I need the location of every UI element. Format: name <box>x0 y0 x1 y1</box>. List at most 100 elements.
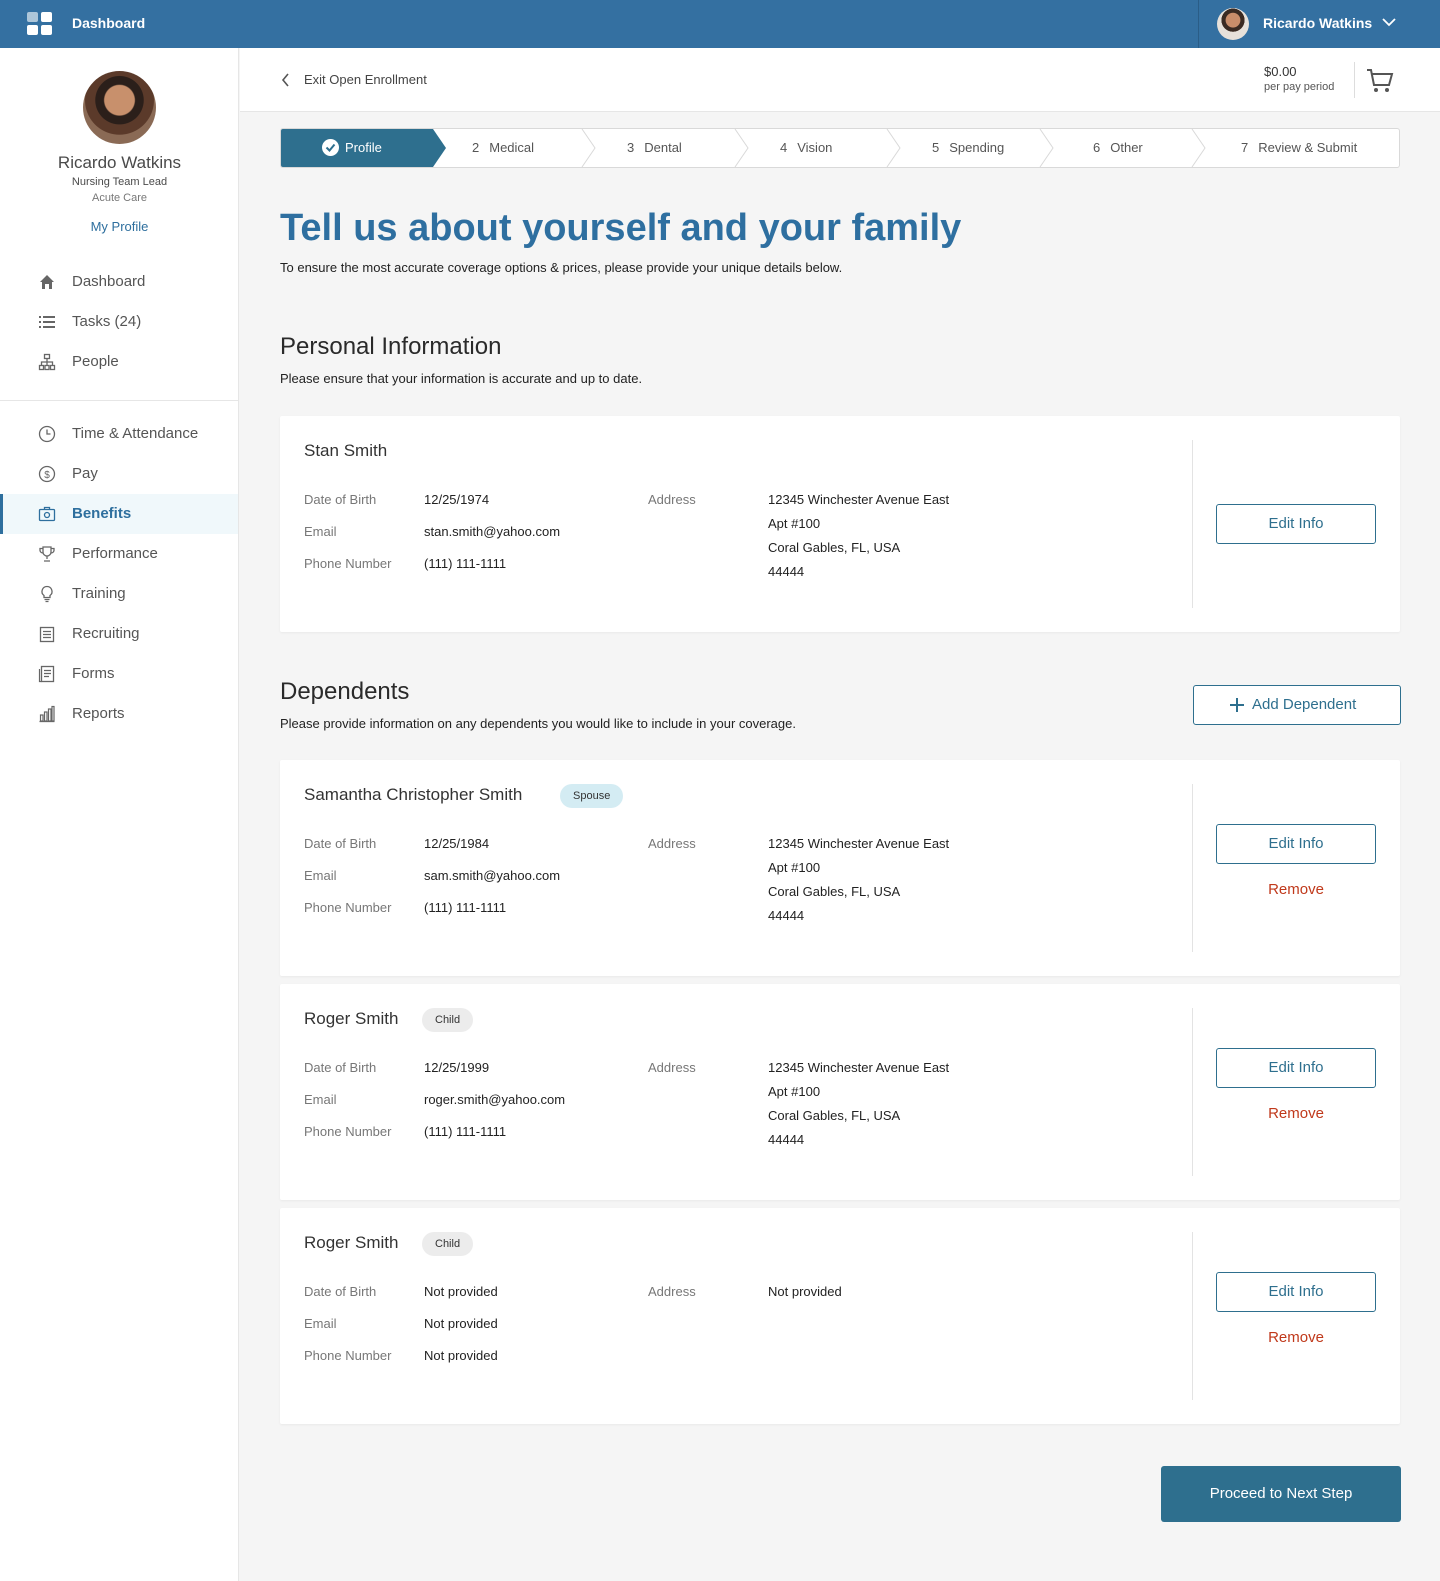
address-label: Address <box>648 492 696 507</box>
address-line: Coral Gables, FL, USA <box>768 884 901 899</box>
dob-value: Not provided <box>424 1284 498 1299</box>
dependent-card: Samantha Christopher Smith Spouse Date o… <box>280 760 1400 976</box>
list-icon <box>39 316 55 328</box>
edit-info-button[interactable]: Edit Info <box>1216 824 1376 864</box>
dependent-name: Roger Smith <box>304 1233 399 1252</box>
personal-info-title: Personal Information <box>280 333 502 360</box>
enrollment-header: Exit Open Enrollment $0.00 per pay perio… <box>240 48 1440 112</box>
sidebar-item-forms[interactable]: Forms <box>0 654 238 694</box>
svg-text:$: $ <box>44 470 50 481</box>
app-title[interactable]: Dashboard <box>72 15 145 31</box>
dependent-name: Samantha Christopher Smith <box>304 785 523 804</box>
step-separator <box>734 129 749 167</box>
step-number: 6 <box>1093 140 1101 155</box>
dob-label: Date of Birth <box>304 492 377 507</box>
sidebar-item-recruiting[interactable]: Recruiting <box>0 614 238 654</box>
address-label: Address <box>648 836 696 851</box>
user-menu[interactable]: Ricardo Watkins <box>1198 0 1440 48</box>
step-review-submit[interactable]: 7 Review & Submit <box>1207 129 1399 167</box>
phone-value: (111) 111-1111 <box>424 556 507 571</box>
phone-value: (111) 111-1111 <box>424 1124 507 1139</box>
sidebar-item-label: Time & Attendance <box>72 425 199 442</box>
phone-value: (111) 111-1111 <box>424 900 507 915</box>
dependents-subtitle: Please provide information on any depend… <box>280 716 796 731</box>
step-number: 5 <box>932 140 940 155</box>
dob-label: Date of Birth <box>304 1284 377 1299</box>
sidebar-item-training[interactable]: Training <box>0 574 238 614</box>
phone-label: Phone Number <box>304 1124 392 1139</box>
email-value: Not provided <box>424 1316 498 1331</box>
sidebar-item-performance[interactable]: Performance <box>0 534 238 574</box>
sidebar-item-label: Reports <box>72 705 125 722</box>
phone-value: Not provided <box>424 1348 498 1363</box>
step-vision[interactable]: 4 Vision <box>750 129 896 167</box>
divider <box>1192 1232 1193 1400</box>
sidebar-item-people[interactable]: People <box>0 342 238 382</box>
address-line: 12345 Winchester Avenue East <box>768 1060 950 1075</box>
apps-grid-icon[interactable] <box>27 12 53 36</box>
sidebar: Ricardo Watkins Nursing Team Lead Acute … <box>0 48 239 1581</box>
step-dental[interactable]: 3 Dental <box>597 129 747 167</box>
edit-info-button[interactable]: Edit Info <box>1216 1048 1376 1088</box>
divider <box>1354 62 1355 98</box>
forms-icon <box>38 665 55 683</box>
dob-label: Date of Birth <box>304 1060 377 1075</box>
add-dependent-button[interactable]: Add Dependent <box>1193 685 1401 725</box>
relationship-badge: Child <box>422 1232 474 1256</box>
edit-info-button[interactable]: Edit Info <box>1216 504 1376 544</box>
step-label: Vision <box>797 140 833 155</box>
address-line: Coral Gables, FL, USA <box>768 540 901 555</box>
clock-icon <box>38 425 56 443</box>
remove-button[interactable]: Remove <box>1216 1329 1376 1351</box>
step-spending[interactable]: 5 Spending <box>902 129 1048 167</box>
sidebar-item-label: Training <box>72 585 126 602</box>
sidebar-item-tasks[interactable]: Tasks (24) <box>0 302 238 342</box>
dependents-title: Dependents <box>280 678 410 705</box>
edit-info-button[interactable]: Edit Info <box>1216 1272 1376 1312</box>
sidebar-item-label: Tasks (24) <box>72 313 142 330</box>
step-label: Review & Submit <box>1258 140 1358 155</box>
sidebar-item-label: People <box>72 353 119 370</box>
email-value: stan.smith@yahoo.com <box>424 524 561 539</box>
personal-info-subtitle: Please ensure that your information is a… <box>280 371 643 386</box>
email-label: Email <box>304 1092 337 1107</box>
step-profile[interactable]: Profile <box>281 129 446 167</box>
exit-enrollment-label: Exit Open Enrollment <box>304 72 427 87</box>
add-dependent-label: Add Dependent <box>1252 696 1357 713</box>
sidebar-item-label: Dashboard <box>72 273 146 290</box>
step-other[interactable]: 6 Other <box>1055 129 1201 167</box>
cart-amount: $0.00 <box>1264 64 1297 79</box>
email-label: Email <box>304 1316 337 1331</box>
cart-period: per pay period <box>1264 81 1335 93</box>
phone-label: Phone Number <box>304 900 392 915</box>
remove-button[interactable]: Remove <box>1216 1105 1376 1127</box>
address-label: Address <box>648 1284 696 1299</box>
sidebar-item-reports[interactable]: Reports <box>0 694 238 734</box>
step-label: Profile <box>345 140 382 155</box>
benefits-icon <box>38 506 56 522</box>
dob-value: 12/25/1974 <box>424 492 490 507</box>
sidebar-item-dashboard[interactable]: Dashboard <box>0 262 238 302</box>
address-line: Apt #100 <box>768 516 821 531</box>
trophy-icon <box>39 546 55 562</box>
remove-button[interactable]: Remove <box>1216 881 1376 903</box>
chevron-down-icon[interactable] <box>1379 12 1399 32</box>
my-profile-link[interactable]: My Profile <box>0 219 239 234</box>
relationship-badge: Child <box>422 1008 474 1032</box>
profile-department: Acute Care <box>91 192 148 204</box>
sidebar-item-pay[interactable]: $ Pay <box>0 454 238 494</box>
relationship-badge: Spouse <box>560 784 624 808</box>
sidebar-item-benefits[interactable]: Benefits <box>0 494 238 534</box>
address-line: 44444 <box>768 564 805 579</box>
divider <box>1192 1008 1193 1176</box>
phone-label: Phone Number <box>304 556 392 571</box>
email-value: sam.smith@yahoo.com <box>424 868 561 883</box>
step-number: 2 <box>472 140 480 155</box>
cart-icon[interactable] <box>1364 64 1396 96</box>
divider <box>1192 440 1193 608</box>
page-subtitle: To ensure the most accurate coverage opt… <box>280 260 843 275</box>
sidebar-item-time-attendance[interactable]: Time & Attendance <box>0 414 238 454</box>
step-medical[interactable]: 2 Medical <box>446 129 592 167</box>
proceed-next-step-button[interactable]: Proceed to Next Step <box>1161 1466 1401 1522</box>
address-line: 44444 <box>768 908 805 923</box>
